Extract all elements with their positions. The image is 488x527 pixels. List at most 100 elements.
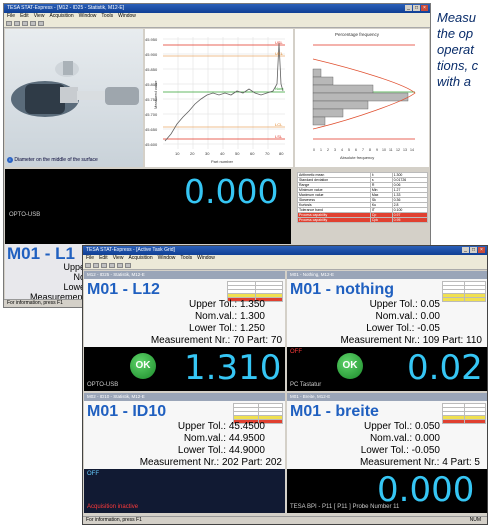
- x-tick: 4: [341, 148, 343, 152]
- front-statusbar: For information, press F1 NUM: [83, 516, 487, 524]
- back-titlebar: TESA STAT-Express - [M12 - ID25 - Statis…: [4, 4, 430, 13]
- histogram-bar: [312, 116, 326, 126]
- menu-tools[interactable]: Tools: [101, 13, 113, 20]
- menu-window-2[interactable]: Window: [197, 255, 215, 262]
- nom-val-label: Nom.val.: 1.300: [194, 311, 265, 322]
- toolbar-button[interactable]: [38, 21, 44, 26]
- back-partial-panel: M01 - L1 Uppe No Lowe Measurement: [5, 244, 85, 302]
- histogram-bar: [312, 84, 374, 94]
- x-tick: 30: [205, 151, 210, 156]
- panel-bar: M02 - ID10 - Statistik, M12-E: [84, 393, 285, 401]
- front-toolbar: [83, 262, 487, 270]
- toolbar-button[interactable]: [93, 263, 99, 268]
- panel-breite[interactable]: M01 - Breite, M12-E M01 - breite Upper T…: [287, 393, 487, 513]
- x-tick: 13: [403, 148, 407, 152]
- panel-readout: 1.310: [184, 348, 282, 388]
- menu-file[interactable]: File: [7, 13, 15, 20]
- x-tick: 20: [190, 151, 195, 156]
- toolbar-button[interactable]: [6, 21, 12, 26]
- menu-window[interactable]: Window: [79, 13, 97, 20]
- panel-l12[interactable]: M12 - ID25 - Statistik, M12-E M01 - L12 …: [84, 271, 285, 391]
- stat-value: 0.95: [391, 217, 429, 223]
- x-tick: 80: [279, 151, 284, 156]
- minimize-icon[interactable]: _: [462, 247, 469, 253]
- toolbar-button[interactable]: [117, 263, 123, 268]
- y-tick: 45.700: [145, 112, 158, 117]
- x-tick: 10: [382, 148, 386, 152]
- measurement-label: Measurement Nr.: 202 Part: 202: [139, 457, 282, 468]
- menu-file[interactable]: File: [86, 255, 94, 262]
- menu-window[interactable]: Window: [158, 255, 176, 262]
- lower-tol-label: Lower Tol.: -0.050: [360, 445, 440, 456]
- menu-edit[interactable]: Edit: [99, 255, 108, 262]
- toolbar-button[interactable]: [101, 263, 107, 268]
- back-readout-value: 0.000: [184, 172, 279, 211]
- info-icon: i: [7, 157, 13, 163]
- panel-info: Upper Tol.: 0.050 Nom.val.: 0.000 Lower …: [361, 421, 440, 457]
- x-tick: 2: [327, 148, 329, 152]
- nom-label: Nom: [275, 86, 284, 91]
- x-tick: 8: [369, 148, 371, 152]
- menu-acquisition[interactable]: Acquisition: [49, 13, 73, 20]
- menu-tools[interactable]: Tools: [180, 255, 192, 262]
- histogram-xlabel: Absolute frequency: [340, 155, 374, 160]
- stat-symbol: Cpk: [369, 217, 393, 223]
- usl-label: USL: [275, 40, 284, 45]
- panel-name: M01 - nothing: [290, 281, 394, 298]
- minimize-icon[interactable]: _: [405, 5, 412, 11]
- num-lock-indicator: NUM: [469, 517, 481, 523]
- panel-name: M01 - breite: [290, 403, 379, 420]
- caption-text: Measu the op operat tions, c with a: [437, 10, 487, 90]
- caption-line: Measu: [437, 10, 477, 25]
- panel-name: M01 - L12: [87, 281, 160, 298]
- image-caption-text: Diameter on the middle of the surface: [14, 157, 98, 163]
- y-tick: 45.650: [145, 127, 158, 132]
- maximize-icon[interactable]: □: [413, 5, 420, 11]
- lower-tol-label: Lower Tol.: 44.9000: [177, 445, 265, 456]
- menu-window-2[interactable]: Window: [118, 13, 136, 20]
- panel-mini-table: [442, 281, 486, 302]
- x-tick: 9: [376, 148, 378, 152]
- control-chart-pane: 45.950 45.900 45.850 45.800 45.750 45.70…: [145, 29, 293, 167]
- x-tick: 70: [265, 151, 270, 156]
- panel-bar: M01 - Nothing, M12-E: [287, 271, 487, 279]
- toolbar-button[interactable]: [109, 263, 115, 268]
- toolbar-button[interactable]: [22, 21, 28, 26]
- histogram-bar: [312, 68, 322, 78]
- panel-info: Upper Tol.: 1.350 Nom.val.: 1.300 Lower …: [189, 299, 265, 335]
- upper-tol-label: Upper Tol.: 45.4500: [177, 421, 265, 432]
- panel-nothing[interactable]: M01 - Nothing, M12-E M01 - nothing Upper…: [287, 271, 487, 391]
- toolbar-button[interactable]: [85, 263, 91, 268]
- x-tick: 0: [313, 148, 315, 152]
- lsl-label: LSL: [275, 134, 283, 139]
- toolbar-button[interactable]: [125, 263, 131, 268]
- lower-tol-label: Lower Tol.: -0.05: [366, 323, 440, 334]
- x-tick: 50: [235, 151, 240, 156]
- panel-name: M01 - ID10: [87, 403, 167, 420]
- menu-view[interactable]: View: [113, 255, 124, 262]
- histogram-title: Percentage frequency: [335, 32, 380, 37]
- x-tick: 10: [175, 151, 180, 156]
- status-text: For information, press F1: [7, 300, 63, 306]
- close-icon[interactable]: ×: [421, 5, 428, 11]
- front-menubar: File Edit View Acquisition Window Tools …: [83, 255, 487, 262]
- upper-tol-label: Upper Tol.: 0.05: [369, 299, 440, 310]
- front-titlebar: TESA STAT-Express - [Active Task Grid] _…: [83, 246, 487, 255]
- maximize-icon[interactable]: □: [470, 247, 477, 253]
- stat-name: Process capability: [297, 217, 371, 223]
- close-icon[interactable]: ×: [478, 247, 485, 253]
- back-toolbar: [4, 20, 430, 28]
- panel-info: Upper Tol.: 0.05 Nom.val.: 0.00 Lower To…: [366, 299, 440, 335]
- panel-readout: 0.02: [407, 348, 483, 388]
- x-tick: 40: [220, 151, 225, 156]
- nom-val-label: Nom.val.: 0.000: [369, 433, 440, 444]
- menu-edit[interactable]: Edit: [20, 13, 29, 20]
- status-text: For information, press F1: [86, 517, 142, 523]
- menu-view[interactable]: View: [34, 13, 45, 20]
- mini-cell: [442, 297, 465, 302]
- panel-id10[interactable]: M02 - ID10 - Statistik, M12-E M01 - ID10…: [84, 393, 285, 513]
- toolbar-button[interactable]: [14, 21, 20, 26]
- panel-bar: M01 - Breite, M12-E: [287, 393, 487, 401]
- toolbar-button[interactable]: [30, 21, 36, 26]
- menu-acquisition[interactable]: Acquisition: [128, 255, 152, 262]
